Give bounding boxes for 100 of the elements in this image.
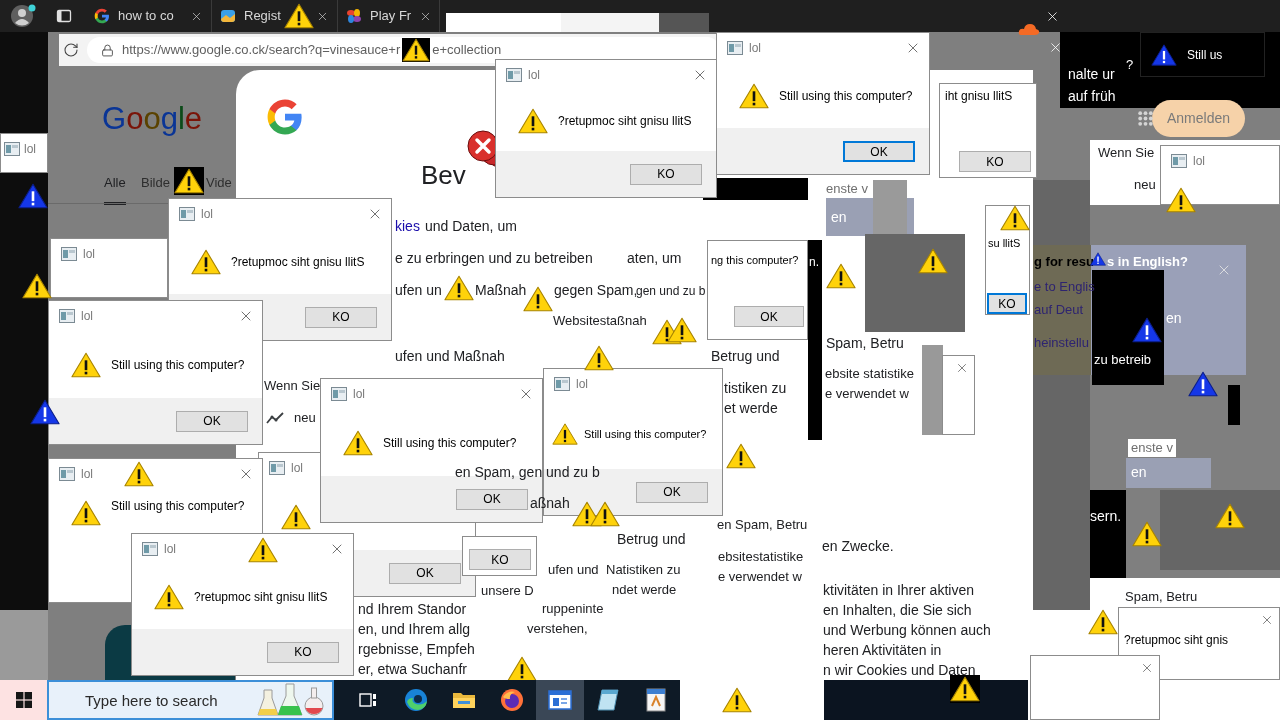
lock-icon [101, 43, 114, 57]
page-text: enste v [826, 180, 868, 198]
app-window-icon [4, 142, 20, 156]
refresh-icon[interactable] [63, 42, 79, 58]
warning-icon [71, 499, 101, 527]
warning-icon [191, 247, 221, 276]
warning-icon [826, 262, 856, 290]
app-window-icon [554, 377, 570, 391]
dialog-button[interactable]: OK [734, 306, 804, 327]
dialog-button[interactable]: KO [469, 549, 531, 570]
dialog-button[interactable]: KO [305, 306, 377, 328]
dialog-message: su llitS [988, 236, 1022, 250]
page-text: en Spam, Betru [717, 516, 808, 534]
page-text: ktivitäten in Ihrer aktiven [823, 581, 974, 599]
dialog-button[interactable]: OK [843, 140, 915, 162]
page-text: Websitestaßnah [553, 312, 647, 330]
page-text: ruppeninte [542, 600, 604, 618]
close-icon[interactable] [1045, 9, 1060, 24]
close-icon[interactable] [1048, 40, 1063, 55]
page-text: Natistiken zu [606, 561, 681, 579]
apps-grid-icon[interactable] [1137, 110, 1154, 127]
warning-icon [1132, 316, 1162, 344]
dialog-title: lol [81, 466, 93, 483]
dialog-title: lol [528, 67, 540, 84]
dialog-message: ng this computer? [711, 253, 800, 267]
dialog-button[interactable]: KO [630, 163, 702, 185]
start-button[interactable] [0, 680, 47, 720]
prompt-title: s in English? [1107, 254, 1188, 270]
dialog-message: Still using this computer? [111, 357, 245, 372]
dialog-button[interactable]: KO [987, 293, 1027, 314]
page-text: sern. [1090, 507, 1122, 525]
page-text: Spam, Betru [826, 334, 904, 352]
search-tab[interactable]: Bilde [141, 173, 170, 202]
page-link[interactable]: kies [395, 217, 420, 235]
page-text: ufen un [395, 281, 442, 299]
page-text: et werde [724, 399, 778, 417]
page-text: verstehen, [527, 620, 588, 638]
page-text: Wenn Sie [1098, 144, 1155, 162]
dialog-title: lol [576, 376, 588, 393]
pinwheel-icon [346, 8, 362, 24]
dialog-title: lol [164, 541, 176, 558]
taskbar-button[interactable] [536, 680, 584, 720]
warning-icon [722, 686, 752, 714]
page-text: nd Ihrem Standor [358, 600, 467, 618]
dialog-button[interactable]: OK [456, 488, 528, 510]
warning-icon [444, 274, 474, 302]
app-window-icon [61, 247, 77, 261]
page-text: ? [1126, 56, 1134, 74]
page-text: e verwendet w [718, 568, 802, 586]
folder-icon [452, 690, 476, 710]
avatar-icon [10, 4, 36, 28]
dialog-message: Still using this computer? [779, 88, 913, 103]
page-text: Spam, Betru [1125, 588, 1198, 606]
dialog-message: ?retupmoc siht gnisu llitS [558, 113, 692, 128]
url-text: e+collection [432, 41, 502, 60]
browser-tab[interactable]: Play Fr [338, 0, 440, 32]
dialog-title: lol [201, 206, 213, 223]
dialog-title: lol [24, 141, 36, 158]
picture-icon [220, 8, 236, 24]
window-icon [548, 690, 572, 710]
dialog-message: Still using this computer? [584, 427, 707, 441]
dialog-message: iht gnisu llitS [945, 89, 1014, 103]
search-tab[interactable]: Vide [206, 173, 232, 202]
notepad-icon [596, 688, 620, 712]
page-text: Betrug und [617, 530, 686, 548]
warning-icon [284, 2, 314, 30]
page-text: en [831, 208, 847, 226]
swirl-icon [404, 688, 428, 712]
search-logo: Google [102, 101, 202, 137]
app-window-icon [59, 309, 75, 323]
dialog-button[interactable]: KO [959, 151, 1031, 172]
app-window-icon [179, 207, 195, 221]
trend-icon [266, 412, 284, 424]
page-text: ufen und Maßnah [395, 347, 505, 365]
page-text: ndet werde [612, 581, 677, 599]
page-text: auf früh [1068, 87, 1116, 105]
dialog-button[interactable]: OK [636, 481, 708, 503]
dialog-button[interactable]: OK [176, 410, 248, 432]
warning-icon [1000, 204, 1030, 232]
page-text: rgebnisse, Empfeh [358, 640, 475, 658]
search-field[interactable]: Type here to search [47, 680, 334, 720]
app-window-icon [59, 467, 75, 481]
browser-tab[interactable]: how to co [86, 0, 212, 32]
warning-icon [281, 502, 311, 531]
tab-actions-icon[interactable] [56, 8, 72, 24]
page-text: n. [809, 254, 819, 271]
page-text: und Daten, um [425, 217, 517, 235]
page-text: heren Aktivitäten in [823, 641, 942, 659]
dialog-title: lol [291, 460, 303, 477]
page-text: enste v [1128, 439, 1176, 457]
flame-globe-icon [500, 688, 524, 712]
page-text: en Zwecke. [822, 537, 894, 555]
dialog-title: lol [353, 386, 365, 403]
dialog-button[interactable]: OK [389, 562, 461, 584]
page-text: n wir Cookies und Daten [823, 661, 976, 679]
dialog-button[interactable]: KO [267, 641, 339, 663]
warning-icon [584, 344, 614, 372]
dialog-message: ?retupmoc siht gnisu llitS [194, 589, 328, 604]
page-text: en Spam, gen und zu b [455, 463, 600, 481]
warning-icon [124, 460, 154, 488]
